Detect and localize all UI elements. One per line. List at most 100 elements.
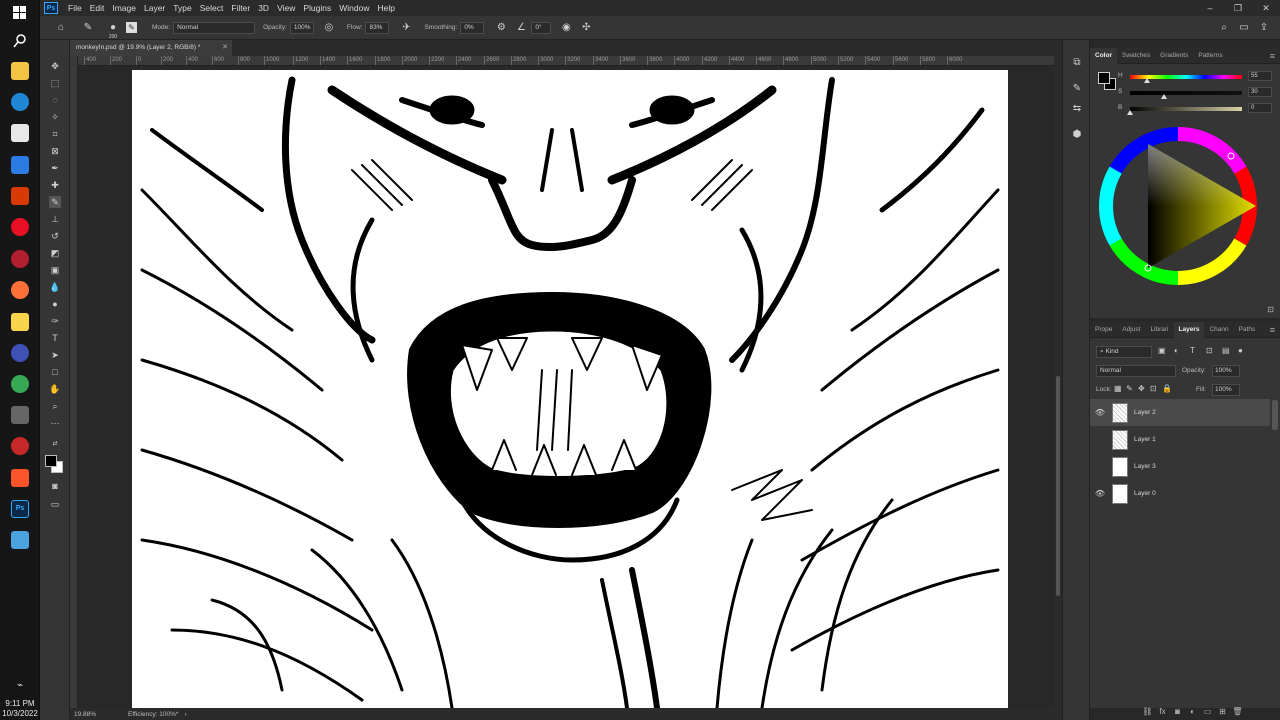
airbrush-icon[interactable]: ✈: [399, 21, 413, 35]
menu-window[interactable]: Window: [335, 3, 373, 13]
history-panel-icon[interactable]: ⧉: [1070, 56, 1084, 70]
pressure-opacity-icon[interactable]: ◎: [322, 21, 336, 35]
layer-name[interactable]: Layer 0: [1134, 490, 1156, 497]
panel-menu-icon[interactable]: ≡: [1270, 51, 1280, 61]
layer-row[interactable]: 👁 Layer 2: [1090, 399, 1270, 426]
file-explorer-icon[interactable]: [11, 62, 29, 80]
firefox-icon[interactable]: [11, 281, 29, 299]
document-canvas[interactable]: [132, 70, 1008, 708]
rectangle-tool-icon[interactable]: □: [49, 366, 61, 378]
layer-name[interactable]: Layer 1: [1134, 436, 1156, 443]
b-value[interactable]: 0: [1248, 103, 1272, 113]
delete-layer-icon[interactable]: 🗑: [1230, 707, 1245, 719]
symmetry-icon[interactable]: ✣: [579, 21, 593, 35]
vertical-ruler[interactable]: [70, 56, 78, 708]
document-tab[interactable]: monkeyIn.psd @ 19.9% (Layer 2, RGB/8) * …: [70, 40, 232, 56]
blend-mode-select[interactable]: Normal: [1096, 365, 1176, 377]
brave-icon[interactable]: [11, 469, 29, 487]
vertical-scrollbar[interactable]: [1054, 56, 1062, 708]
brush-preset-icon[interactable]: ● 200: [106, 21, 120, 40]
menu-view[interactable]: View: [273, 3, 299, 13]
3d-panel-icon[interactable]: ⬢: [1070, 128, 1084, 142]
smoothing-input[interactable]: 0%: [460, 21, 485, 34]
search-icon[interactable]: [11, 32, 29, 50]
status-info[interactable]: Efficiency: 100%*: [128, 711, 178, 718]
maximize-icon[interactable]: ❐: [1224, 0, 1252, 16]
marquee-tool-icon[interactable]: ⬚: [49, 77, 61, 89]
menu-image[interactable]: Image: [108, 3, 140, 13]
lock-transparency-icon[interactable]: ▦: [1114, 384, 1126, 393]
healing-brush-tool-icon[interactable]: ✚: [49, 179, 61, 191]
clock-time[interactable]: 9:11 PM: [0, 699, 40, 709]
foreground-color-swatch[interactable]: [45, 455, 57, 467]
quick-mask-icon[interactable]: ◙: [49, 480, 61, 492]
clone-stamp-tool-icon[interactable]: ⊥: [49, 213, 61, 225]
color-wheel[interactable]: [1090, 118, 1280, 318]
filter-toggle-icon[interactable]: ●: [1238, 346, 1254, 355]
eraser-tool-icon[interactable]: ◩: [49, 247, 61, 259]
tab-channels[interactable]: Chann: [1204, 322, 1233, 338]
tab-properties[interactable]: Prope: [1090, 322, 1117, 338]
visibility-eye-icon[interactable]: 👁: [1090, 489, 1110, 498]
type-tool-icon[interactable]: T: [49, 332, 61, 344]
mode-select[interactable]: Normal: [173, 21, 256, 34]
saturation-slider[interactable]: S 30: [1118, 87, 1276, 99]
new-layer-icon[interactable]: ⊞: [1215, 707, 1230, 719]
menu-3d[interactable]: 3D: [254, 3, 273, 13]
layer-style-icon[interactable]: fx: [1155, 707, 1170, 719]
menu-filter[interactable]: Filter: [227, 3, 254, 13]
filter-adjustment-icon[interactable]: ◐: [1174, 346, 1190, 355]
edit-toolbar-icon[interactable]: ⋯: [49, 417, 61, 429]
h-value[interactable]: 55: [1248, 71, 1272, 81]
path-selection-tool-icon[interactable]: ➤: [49, 349, 61, 361]
adjustment-layer-icon[interactable]: ◐: [1185, 707, 1200, 719]
sticky-notes-icon[interactable]: [11, 313, 29, 331]
tab-swatches[interactable]: Swatches: [1117, 48, 1155, 64]
frame-tool-icon[interactable]: ⊠: [49, 145, 61, 157]
scrollbar-thumb[interactable]: [1056, 376, 1060, 596]
horizontal-ruler[interactable]: 400 200 0 200 400 600 800 1000 1200 1400…: [78, 56, 1054, 66]
filter-pixel-icon[interactable]: ▣: [1158, 346, 1174, 355]
layer-row[interactable]: Layer 1: [1090, 426, 1270, 453]
filter-type-icon[interactable]: T: [1190, 346, 1206, 355]
blur-tool-icon[interactable]: 💧: [49, 281, 61, 293]
tab-patterns[interactable]: Patterns: [1193, 48, 1227, 64]
lock-position-icon[interactable]: ✥: [1138, 384, 1150, 393]
move-tool-icon[interactable]: ✥: [49, 60, 61, 72]
lock-all-icon[interactable]: 🔒: [1162, 384, 1174, 393]
layer-filter-select[interactable]: ⌕ Kind: [1096, 346, 1152, 358]
app-dark-icon[interactable]: [11, 437, 29, 455]
canvas-area[interactable]: [78, 66, 1054, 708]
pen-tool-icon[interactable]: ✑: [49, 315, 61, 327]
lock-pixels-icon[interactable]: ✎: [1126, 384, 1138, 393]
tab-adjustments[interactable]: Adjust: [1117, 322, 1145, 338]
zoom-level[interactable]: 19.88%: [74, 711, 114, 718]
layer-name[interactable]: Layer 2: [1134, 409, 1156, 416]
menu-file[interactable]: File: [64, 3, 86, 13]
tab-libraries[interactable]: Librari: [1145, 322, 1173, 338]
close-icon[interactable]: ✕: [1252, 0, 1280, 16]
app-target-icon[interactable]: [11, 250, 29, 268]
magic-wand-tool-icon[interactable]: ✧: [49, 111, 61, 123]
layer-opacity-input[interactable]: 100%: [1212, 365, 1240, 377]
brush-settings-icon[interactable]: ✎: [126, 22, 137, 33]
filter-shape-icon[interactable]: ⊡: [1206, 346, 1222, 355]
minimize-icon[interactable]: –: [1196, 0, 1224, 16]
close-tab-icon[interactable]: ✕: [222, 40, 228, 56]
flow-input[interactable]: 83%: [365, 21, 390, 34]
share-icon[interactable]: ⇪: [1257, 21, 1271, 35]
screen-mode-icon[interactable]: ▭: [49, 498, 61, 510]
search-icon[interactable]: ⌕: [1217, 21, 1231, 35]
layer-name[interactable]: Layer 3: [1134, 463, 1156, 470]
new-group-icon[interactable]: ▭: [1200, 707, 1215, 719]
tab-gradients[interactable]: Gradients: [1155, 48, 1193, 64]
adjustments-panel-icon[interactable]: ⇆: [1070, 102, 1084, 116]
home-icon[interactable]: ⌂: [54, 21, 68, 35]
network-icon[interactable]: ⌁: [11, 680, 29, 698]
menu-edit[interactable]: Edit: [86, 3, 109, 13]
history-brush-tool-icon[interactable]: ↺: [49, 230, 61, 242]
brush-settings-panel-icon[interactable]: ✎: [1070, 82, 1084, 96]
mail-icon[interactable]: [11, 156, 29, 174]
saturation-thumb[interactable]: [1160, 94, 1167, 99]
pressure-size-icon[interactable]: ◉: [559, 21, 573, 35]
